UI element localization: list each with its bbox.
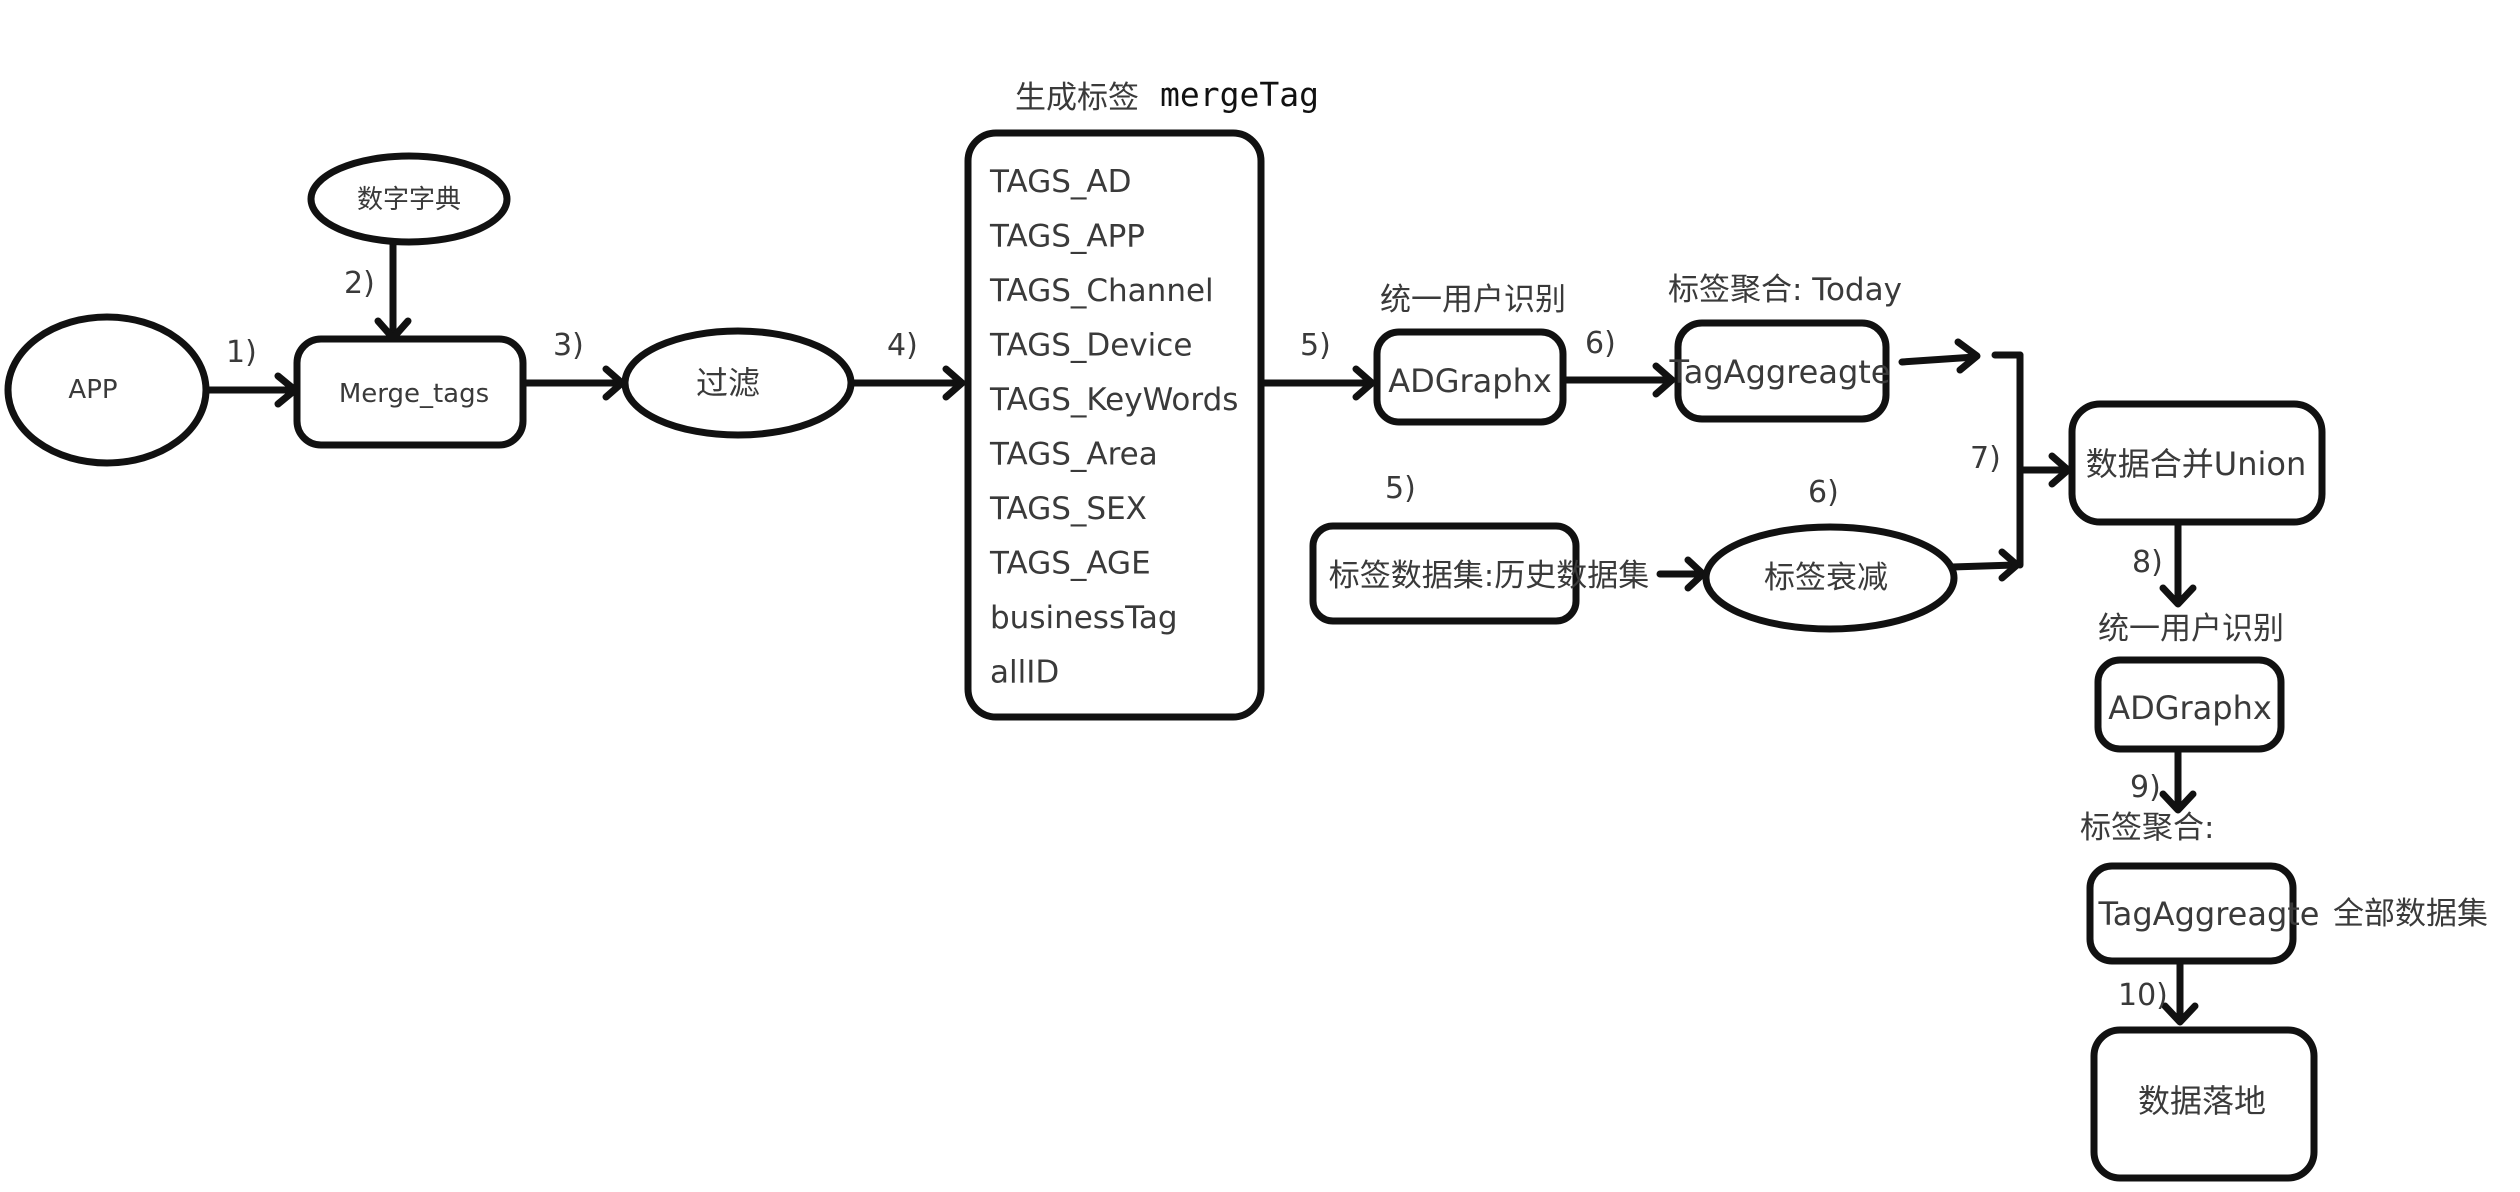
node-union-label: 数据合并Union [2086, 445, 2306, 483]
tag-item: TAGS_Area [989, 437, 1158, 473]
tag-item: TAGS_APP [989, 219, 1145, 255]
caption-tag-agg-2: 标签聚合: [2080, 810, 2214, 846]
node-adgraphx-2-label: ADGraphx [2108, 689, 2272, 727]
node-history-dataset-label: 标签数据集:历史数据集 [1329, 558, 1649, 594]
caption-user-id-2: 统一用户识别 [2098, 611, 2284, 647]
node-tag-aggregate-1-label: TagAggreagte [1669, 353, 1891, 391]
tag-item: allID [990, 655, 1059, 691]
step-10: 10) [2118, 978, 2168, 1013]
edge-tagagg-to-join [1898, 353, 1979, 366]
tag-item: businessTag [990, 600, 1178, 636]
node-merge-tags-label: Merge_tags [339, 379, 489, 409]
tag-item: TAGS_Channel [989, 273, 1214, 309]
step-5a: 5) [1300, 328, 1331, 363]
node-dictionary-label: 数字字典 [357, 185, 461, 215]
tag-item: TAGS_SEX [989, 491, 1147, 527]
node-tag-aggregate-2-label: TagAggreagte [2098, 895, 2320, 933]
edge-decay-to-join [1948, 561, 2019, 571]
step-8: 8) [2132, 545, 2163, 580]
tag-item: TAGS_KeyWords [989, 382, 1238, 418]
tagbox-title-code: mergeTag [1160, 75, 1319, 114]
diagram-canvas: APP 数字字典 Merge_tags 过滤 生成标签 mergeTag TAG… [0, 0, 2520, 1192]
node-filter-label: 过滤 [696, 364, 760, 402]
step-6a: 6) [1585, 326, 1616, 361]
step-4: 4) [887, 328, 918, 363]
step-7: 7) [1970, 441, 2001, 476]
caption-tag-agg-today: 标签聚合: Today [1668, 272, 1902, 308]
node-tag-decay-label: 标签衰减 [1764, 560, 1888, 596]
node-adgraphx-1-label: ADGraphx [1388, 362, 1552, 400]
caption-user-id-1: 统一用户识别 [1380, 282, 1566, 318]
node-landing-label: 数据落地 [2138, 1082, 2266, 1120]
tagbox-title-cn: 生成标签 [1015, 80, 1139, 116]
step-6b: 6) [1808, 475, 1839, 510]
step-1: 1) [226, 335, 257, 370]
step-2: 2) [344, 266, 375, 301]
tag-item: TAGS_AGE [989, 546, 1151, 582]
flow-diagram: APP 数字字典 Merge_tags 过滤 生成标签 mergeTag TAG… [4, 75, 2488, 1182]
tag-item: TAGS_AD [989, 164, 1131, 200]
node-app-label: APP [68, 375, 117, 405]
step-3: 3) [553, 328, 584, 363]
step-9: 9) [2130, 770, 2161, 805]
caption-all-dataset: 全部数据集 [2333, 896, 2488, 932]
tag-item: TAGS_Device [989, 328, 1192, 364]
step-5b: 5) [1385, 471, 1416, 506]
